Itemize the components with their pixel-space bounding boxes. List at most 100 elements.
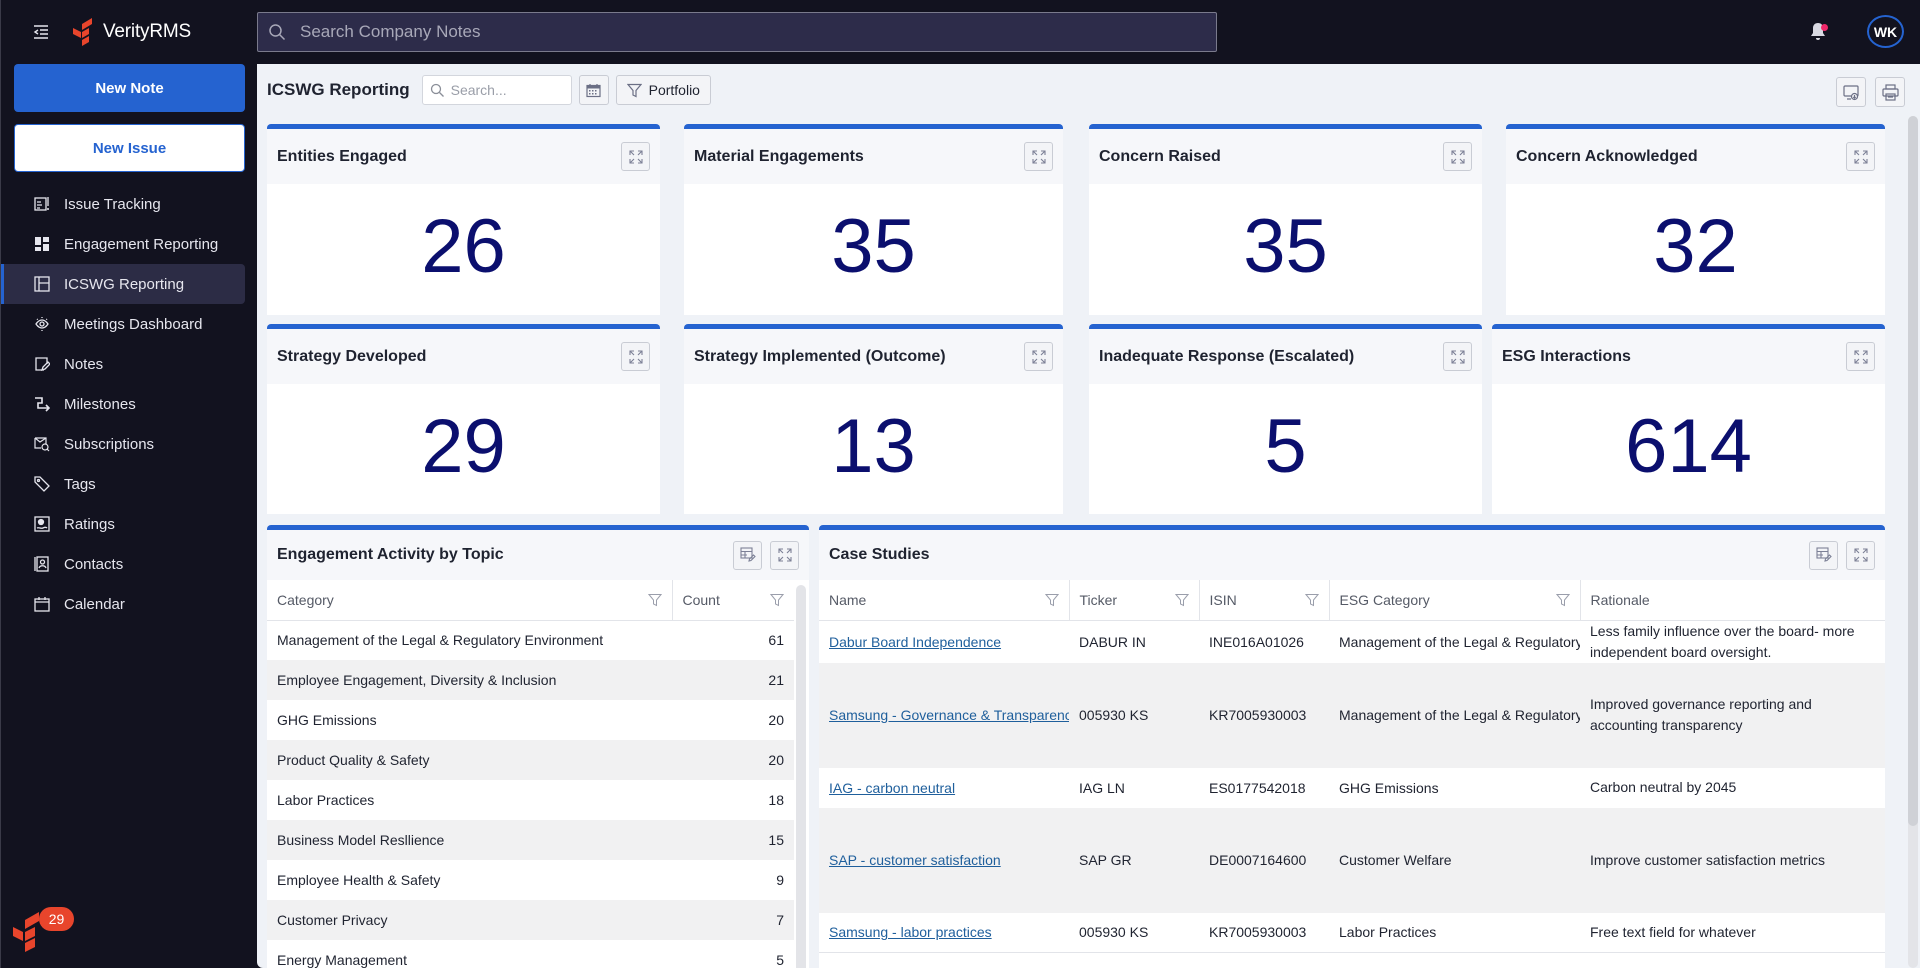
new-issue-button[interactable]: New Issue: [14, 124, 245, 172]
sidebar-item-issue-tracking[interactable]: Issue Tracking: [1, 184, 245, 224]
case-study-link[interactable]: IAG - carbon neutral: [829, 780, 955, 796]
filter-icon[interactable]: [1044, 593, 1059, 607]
column-header-esg-category[interactable]: ESG Category: [1328, 580, 1580, 621]
sidebar-item-ratings[interactable]: Ratings: [1, 504, 245, 544]
column-header-isin[interactable]: ISIN: [1198, 580, 1329, 621]
sidebar-item-label: Engagement Reporting: [64, 235, 219, 253]
table-row: SAP - customer satisfaction SAP GR DE000…: [819, 807, 1885, 913]
dashboard-search-input[interactable]: [450, 82, 561, 98]
sidebar-item-label: ICSWG Reporting: [64, 275, 185, 293]
kpi-title: Entities Engaged: [277, 147, 407, 165]
sidebar-nav: Issue Tracking Engagement Reporting ICSW…: [1, 184, 258, 624]
expand-button[interactable]: [1024, 342, 1053, 371]
company-notes-search[interactable]: [257, 12, 1217, 52]
expand-button[interactable]: [621, 142, 650, 171]
portfolio-filter-button[interactable]: Portfolio: [615, 75, 711, 105]
panel-title: Engagement Activity by Topic: [277, 546, 504, 563]
monitor-download-icon: [1842, 84, 1859, 100]
expand-icon: [1853, 548, 1868, 562]
logo-icon: [73, 18, 92, 46]
table-row[interactable]: Customer Privacy 7: [267, 900, 794, 940]
sidebar-item-icswg-reporting[interactable]: ICSWG Reporting: [1, 264, 245, 304]
table-edit-icon: [1815, 547, 1832, 562]
expand-button[interactable]: [1846, 142, 1875, 171]
filter-icon[interactable]: [647, 593, 662, 607]
search-icon: [430, 83, 444, 97]
sidebar-item-label: Tags: [64, 475, 96, 493]
table-row[interactable]: Employee Health & Safety 9: [267, 860, 794, 900]
sidebar-item-label: Subscriptions: [64, 435, 155, 453]
case-studies-table: Name Ticker ISIN ESG Category Rationale …: [819, 580, 1885, 953]
new-note-button[interactable]: New Note: [14, 64, 245, 112]
expand-button[interactable]: [621, 342, 650, 371]
sidebar-item-meetings-dashboard[interactable]: Meetings Dashboard: [1, 304, 245, 344]
case-study-link[interactable]: Samsung - labor practices: [829, 924, 992, 940]
filter-icon[interactable]: [1304, 593, 1319, 607]
sidebar-item-notes[interactable]: Notes: [1, 344, 245, 384]
print-button[interactable]: [1875, 77, 1905, 107]
notification-count-badge[interactable]: 29: [39, 907, 74, 931]
case-study-link[interactable]: SAP - customer satisfaction: [829, 852, 1001, 868]
column-header-name[interactable]: Name: [819, 580, 1069, 621]
eye-icon: [33, 315, 51, 333]
sidebar-item-engagement-reporting[interactable]: Engagement Reporting: [1, 224, 245, 264]
topics-scrollbar[interactable]: [796, 585, 806, 968]
filter-icon[interactable]: [1555, 593, 1570, 607]
edit-table-button[interactable]: [1809, 540, 1838, 570]
sidebar: VerityRMS New Note New Issue Issue Track…: [0, 0, 257, 968]
expand-icon: [1031, 149, 1046, 164]
brand: VerityRMS: [31, 16, 191, 48]
table-row[interactable]: Energy Management 5: [267, 940, 794, 968]
column-header-category[interactable]: Category: [267, 580, 672, 621]
sidebar-item-tags[interactable]: Tags: [1, 464, 245, 504]
case-study-link[interactable]: Samsung - Governance & Transparency: [829, 707, 1069, 723]
sidebar-item-label: Contacts: [64, 555, 124, 573]
table-row[interactable]: Product Quality & Safety 20: [267, 740, 794, 780]
sidebar-item-label: Issue Tracking: [64, 195, 161, 213]
expand-button[interactable]: [1846, 342, 1875, 371]
expand-button[interactable]: [770, 540, 799, 570]
sidebar-item-milestones[interactable]: Milestones: [1, 384, 245, 424]
table-row[interactable]: Employee Engagement, Diversity & Inclusi…: [267, 660, 794, 700]
topbar: WK: [257, 0, 1920, 64]
column-header-ticker[interactable]: Ticker: [1068, 580, 1199, 621]
search-icon: [269, 24, 286, 41]
table-row: IAG - carbon neutral IAG LN ES0177542018…: [829, 779, 1737, 796]
filter-icon[interactable]: [770, 593, 784, 607]
kpi-card-strategy-implemented: Strategy Implemented (Outcome) 13: [684, 324, 1063, 514]
kpi-card-esg-interactions: ESG Interactions 614: [1492, 324, 1885, 514]
column-header-rationale[interactable]: Rationale: [1579, 580, 1885, 621]
expand-button[interactable]: [1846, 540, 1875, 570]
table-row[interactable]: Business Model Resllience 15: [267, 820, 794, 860]
kpi-card-material-engagements: Material Engagements 35: [684, 124, 1063, 315]
table-row[interactable]: Management of the Legal & Regulatory Env…: [267, 620, 794, 660]
expand-icon: [777, 548, 792, 562]
sidebar-item-contacts[interactable]: Contacts: [1, 544, 245, 584]
company-notes-search-input[interactable]: [300, 22, 1180, 42]
table-row: Dabur Board Independence DABUR IN INE016…: [829, 622, 1855, 660]
kpi-title: Concern Acknowledged: [1516, 147, 1698, 165]
export-button[interactable]: [1836, 77, 1866, 107]
topics-table: Category Count Management of the Legal &…: [267, 580, 794, 968]
table-row[interactable]: Labor Practices 18: [267, 780, 794, 820]
sidebar-item-calendar[interactable]: Calendar: [1, 584, 245, 624]
edit-table-button[interactable]: [733, 540, 762, 570]
column-header-count[interactable]: Count: [671, 580, 794, 621]
expand-button[interactable]: [1443, 142, 1472, 171]
page-scrollbar-thumb[interactable]: [1908, 116, 1918, 826]
collapse-menu-icon[interactable]: [31, 23, 51, 41]
expand-button[interactable]: [1024, 142, 1053, 171]
expand-button[interactable]: [1443, 342, 1472, 371]
kpi-card-inadequate-response: Inadequate Response (Escalated) 5: [1089, 324, 1482, 514]
table-row[interactable]: GHG Emissions 20: [267, 700, 794, 740]
sidebar-item-subscriptions[interactable]: Subscriptions: [1, 424, 245, 464]
page-scrollbar[interactable]: [1908, 116, 1918, 968]
dashboard-search[interactable]: [421, 75, 572, 105]
filter-icon[interactable]: [1174, 593, 1189, 607]
expand-icon: [1853, 349, 1868, 364]
user-avatar[interactable]: WK: [1867, 15, 1904, 48]
date-picker-button[interactable]: [578, 75, 609, 105]
case-study-link[interactable]: Dabur Board Independence: [829, 634, 1001, 650]
main-content: ICSWG Reporting Portfolio Entities Engag…: [257, 64, 1920, 968]
portfolio-filter-label: Portfolio: [648, 82, 700, 98]
